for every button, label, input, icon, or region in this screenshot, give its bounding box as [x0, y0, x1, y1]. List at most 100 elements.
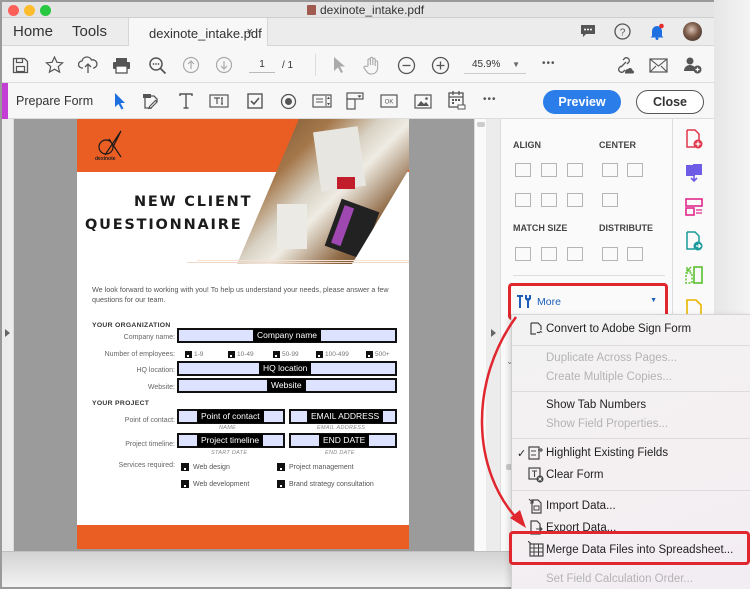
align-right-icon[interactable]: [567, 163, 583, 177]
align-bottom-icon[interactable]: [567, 193, 583, 207]
zoom-level-dropdown[interactable]: 45.9% ▼: [464, 54, 526, 74]
service-option-2[interactable]: Project management: [277, 463, 354, 471]
image-tool-icon[interactable]: [412, 90, 434, 112]
employees-option-5[interactable]: 500+: [366, 351, 390, 358]
search-text-icon[interactable]: [146, 54, 168, 76]
company-name-field[interactable]: Company name: [177, 328, 397, 343]
combine-files-icon[interactable]: [685, 163, 703, 183]
checkbox[interactable]: [185, 351, 192, 358]
end-date-field[interactable]: END DATE: [289, 433, 397, 448]
align-horizontal-center-icon[interactable]: [541, 163, 557, 177]
photo-laptop: [324, 198, 380, 260]
preview-button[interactable]: Preview: [543, 90, 621, 114]
service-option-1[interactable]: Web design: [181, 463, 230, 471]
align-vertical-center-icon[interactable]: [541, 193, 557, 207]
distribute-vertically-icon[interactable]: [627, 247, 643, 261]
select-cursor-icon[interactable]: [328, 54, 350, 76]
more-tools-button[interactable]: •••: [542, 58, 556, 69]
center-both-icon[interactable]: [602, 193, 618, 207]
close-window-button[interactable]: [8, 5, 19, 16]
upload-cloud-icon[interactable]: [77, 54, 99, 76]
close-tool-button[interactable]: Close: [636, 90, 704, 114]
employees-option-1[interactable]: 1-9: [185, 351, 203, 358]
center-vertically-icon[interactable]: [627, 163, 643, 177]
dropdown-tool-icon[interactable]: [344, 90, 366, 112]
add-user-icon[interactable]: [681, 54, 703, 76]
align-left-icon[interactable]: [515, 163, 531, 177]
match-width-icon[interactable]: [515, 247, 531, 261]
notification-bell-icon[interactable]: [649, 23, 665, 40]
tab-home[interactable]: Home: [13, 23, 53, 40]
radio-button-tool-icon[interactable]: [277, 90, 299, 112]
text-field-tool-icon[interactable]: [208, 90, 230, 112]
zoom-out-icon[interactable]: [395, 54, 417, 76]
menu-item-import-data[interactable]: Import Data...: [546, 500, 616, 512]
document-scrollbar[interactable]: [474, 119, 486, 551]
list-box-tool-icon[interactable]: [311, 90, 333, 112]
save-icon[interactable]: [9, 54, 31, 76]
checkbox[interactable]: [181, 463, 189, 471]
checkbox[interactable]: [277, 480, 285, 488]
start-date-field[interactable]: Project timeline: [177, 433, 285, 448]
employees-option-2[interactable]: 10-49: [228, 351, 254, 358]
checkbox[interactable]: [366, 351, 373, 358]
share-link-icon[interactable]: [613, 54, 635, 76]
checkbox[interactable]: [181, 480, 189, 488]
comment-icon[interactable]: [580, 24, 596, 39]
contact-name-field[interactable]: Point of contact: [177, 409, 285, 424]
edit-pdf-icon[interactable]: [685, 265, 703, 285]
create-pdf-icon[interactable]: [685, 129, 703, 149]
checkbox[interactable]: [277, 463, 285, 471]
zoom-window-button[interactable]: [40, 5, 51, 16]
match-height-icon[interactable]: [541, 247, 557, 261]
organize-pages-icon[interactable]: [685, 197, 703, 217]
minimize-window-button[interactable]: [24, 5, 35, 16]
bookmark-star-icon[interactable]: [43, 54, 65, 76]
print-icon[interactable]: [110, 54, 132, 76]
website-field[interactable]: Website: [177, 378, 397, 393]
service-option-3[interactable]: Web development: [181, 480, 249, 488]
employees-option-4[interactable]: 100-499: [316, 351, 349, 358]
checkbox-tool-icon[interactable]: [244, 90, 266, 112]
collapse-right-panel-icon[interactable]: [491, 329, 496, 337]
center-horizontally-icon[interactable]: [602, 163, 618, 177]
date-field-tool-icon[interactable]: [446, 89, 468, 111]
export-pdf-icon[interactable]: [685, 231, 703, 251]
checkbox[interactable]: [316, 351, 323, 358]
highlight-fields-icon: [528, 446, 543, 460]
close-tab-icon[interactable]: ×: [247, 26, 253, 38]
help-icon[interactable]: ?: [614, 23, 631, 40]
menu-item-clear-form[interactable]: Clear Form: [546, 469, 604, 481]
expand-left-panel-icon[interactable]: [5, 329, 10, 337]
button-tool-icon[interactable]: OK: [378, 90, 400, 112]
user-avatar[interactable]: [683, 22, 702, 41]
employees-option-3[interactable]: 50-99: [273, 351, 299, 358]
align-top-icon[interactable]: [515, 193, 531, 207]
previous-page-icon[interactable]: [180, 54, 202, 76]
match-both-icon[interactable]: [567, 247, 583, 261]
email-icon[interactable]: [647, 54, 669, 76]
scrollbar-thumb[interactable]: [477, 122, 485, 127]
photo-paper: [277, 204, 307, 249]
tab-document[interactable]: dexinote_intake.pdf ×: [128, 18, 268, 47]
auto-detect-fields-icon[interactable]: [140, 90, 162, 112]
service-option-4[interactable]: Brand strategy consultation: [277, 480, 374, 488]
page-number-input[interactable]: 1: [249, 56, 275, 73]
add-text-tool-icon[interactable]: [175, 90, 197, 112]
email-address-field[interactable]: EMAIL ADDRESS: [289, 409, 397, 424]
hq-location-field[interactable]: HQ location: [177, 361, 397, 376]
next-page-icon[interactable]: [213, 54, 235, 76]
more-form-tools-button[interactable]: •••: [483, 94, 497, 105]
left-panel-toggle[interactable]: [2, 119, 14, 551]
menu-item-highlight-existing-fields[interactable]: Highlight Existing Fields: [546, 447, 668, 459]
select-object-tool-icon[interactable]: [108, 90, 130, 112]
checkbox[interactable]: [228, 351, 235, 358]
hq-label: HQ location:: [136, 367, 175, 374]
menu-item-show-tab-numbers[interactable]: Show Tab Numbers: [546, 399, 646, 411]
zoom-in-icon[interactable]: [429, 54, 451, 76]
checkbox[interactable]: [273, 351, 280, 358]
tab-tools[interactable]: Tools: [72, 23, 107, 40]
hand-tool-icon[interactable]: [361, 54, 383, 76]
distribute-horizontally-icon[interactable]: [602, 247, 618, 261]
menu-item-convert-adobe-sign[interactable]: Convert to Adobe Sign Form: [546, 323, 691, 335]
